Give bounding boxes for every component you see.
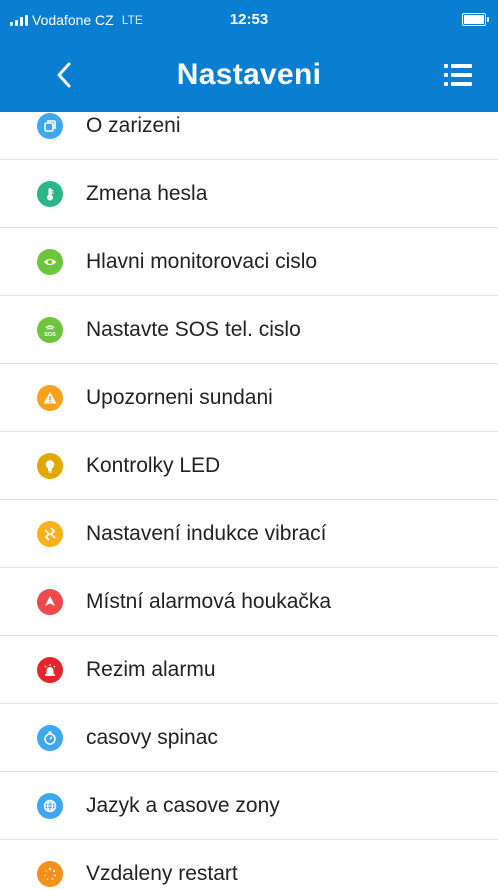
warning-icon [37, 385, 63, 411]
eye-icon [37, 249, 63, 275]
list-item-alarm-mode[interactable]: Rezim alarmu [0, 636, 498, 704]
item-label: casovy spinac [86, 726, 218, 749]
settings-list: O zarizeni Zmena hesla Hlavni monitorova… [0, 112, 498, 891]
lightbulb-icon [37, 453, 63, 479]
item-label: Kontrolky LED [86, 454, 221, 477]
item-label: Vzdaleny restart [86, 862, 238, 885]
alarm-light-icon [37, 657, 63, 683]
item-label: Nastavte SOS tel. cislo [86, 318, 301, 341]
sos-icon: SOS [37, 317, 63, 343]
list-item-device-info[interactable]: O zarizeni [0, 112, 498, 160]
list-item-main-monitoring-number[interactable]: Hlavni monitorovaci cislo [0, 228, 498, 296]
list-item-local-alarm-siren[interactable]: Místní alarmová houkačka [0, 568, 498, 636]
menu-button[interactable] [438, 55, 478, 95]
list-item-language-timezone[interactable]: Jazyk a casove zony [0, 772, 498, 840]
restart-icon [37, 861, 63, 887]
list-item-removal-alert[interactable]: Upozorneni sundani [0, 364, 498, 432]
item-label: Nastavení indukce vibrací [86, 522, 327, 545]
item-label: Hlavni monitorovaci cislo [86, 250, 318, 273]
globe-icon [37, 793, 63, 819]
thermometer-key-icon [37, 181, 63, 207]
status-time: 12:53 [229, 11, 269, 28]
item-label: O zarizeni [86, 114, 181, 137]
item-label: Upozorneni sundani [86, 386, 273, 409]
nav-bar: Nastaveni [0, 38, 498, 112]
device-info-icon [37, 113, 63, 139]
item-label: Rezim alarmu [86, 658, 216, 681]
list-menu-icon [444, 64, 472, 86]
list-item-vibration-induction[interactable]: Nastavení indukce vibrací [0, 500, 498, 568]
list-item-remote-restart[interactable]: Vzdaleny restart [0, 840, 498, 891]
item-label: Jazyk a casove zony [86, 794, 280, 817]
item-label: Místní alarmová houkačka [86, 590, 332, 613]
stopwatch-icon [37, 725, 63, 751]
svg-text:SOS: SOS [44, 332, 56, 338]
vibration-icon [37, 521, 63, 547]
list-item-sos-number[interactable]: SOS Nastavte SOS tel. cislo [0, 296, 498, 364]
list-item-timer-switch[interactable]: casovy spinac [0, 704, 498, 772]
page-title: Nastaveni [176, 58, 322, 91]
list-item-change-password[interactable]: Zmena hesla [0, 160, 498, 228]
status-bar: Vodafone CZ LTE 12:53 [0, 0, 498, 38]
siren-horn-icon [37, 589, 63, 615]
list-item-led-indicators[interactable]: Kontrolky LED [0, 432, 498, 500]
item-label: Zmena hesla [86, 182, 208, 205]
battery-icon [462, 13, 489, 26]
